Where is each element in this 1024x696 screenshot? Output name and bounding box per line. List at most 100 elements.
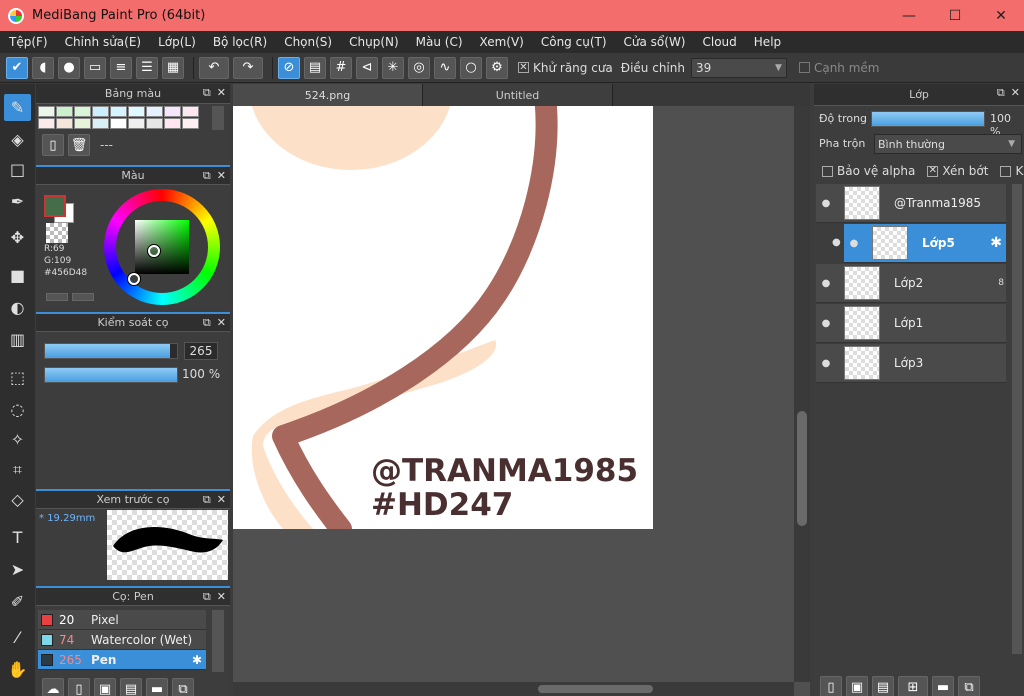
layer-row[interactable]: ● Lớp1 (816, 304, 1006, 343)
visibility-eye-icon[interactable]: ● (816, 358, 836, 369)
brush-item[interactable]: 74 Watercolor (Wet) (38, 630, 206, 650)
new-brush-icon[interactable]: ▯ (68, 678, 90, 696)
lock-checkbox[interactable]: Khóa (1000, 164, 1024, 178)
saturation-value-square[interactable] (135, 220, 189, 274)
menu-layer[interactable]: Lớp(L) (149, 35, 204, 49)
circle-snap-icon[interactable]: ○ (460, 56, 482, 79)
color-swatch[interactable] (146, 118, 163, 129)
new-1bit-layer-icon[interactable]: ▤ (872, 676, 894, 696)
float-icon[interactable]: ⧉ (203, 493, 211, 507)
layer-folder-icon[interactable]: ▬ (932, 676, 954, 696)
cloud-check-icon[interactable]: ✔ (6, 56, 28, 79)
close-button[interactable]: ✕ (978, 0, 1024, 31)
curve-snap-icon[interactable]: ∿ (434, 56, 456, 79)
color-swatch[interactable] (38, 118, 55, 129)
brush-list-scrollbar[interactable] (212, 610, 224, 672)
tab-untitled[interactable]: Untitled (423, 84, 613, 106)
layer-row[interactable]: ● @Tranma1985 (816, 184, 1006, 223)
visibility-eye-icon[interactable]: ● (844, 238, 864, 249)
add-layer-menu-icon[interactable]: ⊞ (898, 676, 928, 696)
tab-524-png[interactable]: 524.png (233, 84, 423, 106)
menu-view[interactable]: Xem(V) (471, 35, 532, 49)
undo-icon[interactable]: ↶ (199, 56, 229, 79)
duplicate-layer-icon[interactable]: ⧉ (958, 676, 980, 696)
fill-shape-icon[interactable]: ■ (4, 262, 31, 289)
vanish-point-icon[interactable]: ⊲ (356, 56, 378, 79)
select-eraser-icon[interactable]: ◇ (4, 486, 31, 513)
color-swatch[interactable] (146, 106, 163, 117)
gear-icon[interactable]: ✱ (192, 653, 202, 667)
color-swatch[interactable] (110, 118, 127, 129)
parallel-snap-icon[interactable]: ▤ (304, 56, 326, 79)
color-mode-button-2[interactable] (72, 293, 94, 301)
brush-tool-icon[interactable]: ✎ (4, 94, 31, 121)
close-icon[interactable]: ✕ (217, 590, 226, 604)
select-rect-icon[interactable]: ⬚ (4, 364, 31, 391)
gear-icon[interactable]: ⚙ (486, 56, 508, 79)
protect-alpha-checkbox[interactable]: Bảo vệ alpha (822, 164, 915, 178)
comment-icon[interactable]: ▭ (84, 56, 106, 79)
close-icon[interactable]: ✕ (1011, 86, 1020, 100)
menu-filter[interactable]: Bộ lọc(R) (204, 35, 275, 49)
radial-snap-icon[interactable]: ✳ (382, 56, 404, 79)
hand-tool-icon[interactable]: ✋ (4, 656, 31, 683)
menu-edit[interactable]: Chỉnh sửa(E) (56, 35, 150, 49)
checklist-icon[interactable]: ▦ (162, 56, 184, 79)
new-8bit-layer-icon[interactable]: ▣ (846, 676, 868, 696)
color-swatch[interactable] (92, 106, 109, 117)
brush-size-value[interactable]: 265 (184, 342, 218, 360)
layer-row[interactable]: ● Lớp3 (816, 344, 1006, 383)
grid-snap-icon[interactable]: # (330, 56, 352, 79)
redo-icon[interactable]: ↷ (233, 56, 263, 79)
minimize-button[interactable]: — (886, 0, 932, 31)
color-mode-button[interactable] (46, 293, 68, 301)
concentric-snap-icon[interactable]: ◎ (408, 56, 430, 79)
document-icon[interactable]: ≡ (110, 56, 132, 79)
eyedropper-icon[interactable]: ⁄ (4, 624, 31, 651)
visibility-eye-icon[interactable]: ● (816, 318, 836, 329)
foreground-color-swatch[interactable] (44, 195, 66, 217)
color-swatch[interactable] (56, 106, 73, 117)
select-pen-icon[interactable]: ⌗ (4, 456, 31, 483)
brush-size-slider[interactable] (44, 343, 178, 359)
folder-icon[interactable]: ▬ (146, 678, 168, 696)
brush-item[interactable]: 20 Pixel (38, 610, 206, 630)
horizontal-scrollbar[interactable] (233, 682, 794, 696)
palette-scrollbar[interactable] (212, 106, 224, 130)
menu-window[interactable]: Cửa sổ(W) (615, 35, 694, 49)
move-tool-icon[interactable]: ✥ (4, 224, 31, 251)
lasso-icon[interactable]: ◌ (4, 396, 31, 423)
visibility-eye-icon[interactable]: ● (816, 198, 836, 209)
new-palette-icon[interactable]: ▯ (42, 134, 64, 156)
float-icon[interactable]: ⧉ (997, 86, 1005, 100)
close-icon[interactable]: ✕ (217, 86, 226, 100)
dot-brush-icon[interactable]: ✒ (4, 188, 31, 215)
brush-settings-icon[interactable]: ▤ (120, 678, 142, 696)
layer-row[interactable]: ● Lớp2 8 (816, 264, 1006, 303)
color-swatch[interactable] (164, 106, 181, 117)
clipping-checkbox[interactable]: ✕ Xén bớt (927, 164, 988, 178)
adjust-select[interactable]: 39 ▼ (690, 57, 787, 78)
color-swatch[interactable] (74, 118, 91, 129)
menu-select[interactable]: Chọn(S) (275, 35, 340, 49)
color-swatch[interactable] (110, 106, 127, 117)
vertical-scrollbar[interactable] (794, 106, 810, 682)
list-icon[interactable]: ☰ (136, 56, 158, 79)
blend-mode-select[interactable]: Bình thường ▼ (874, 134, 1022, 154)
color-swatch[interactable] (128, 106, 145, 117)
close-icon[interactable]: ✕ (217, 169, 226, 183)
gear-icon[interactable]: ✱ (990, 235, 1002, 251)
color-swatch[interactable] (182, 106, 199, 117)
drawing-canvas[interactable]: @TRANMA1985 #HD247 (233, 106, 653, 529)
float-icon[interactable]: ⧉ (203, 316, 211, 330)
soft-edge-checkbox[interactable]: Cạnh mềm (798, 61, 880, 75)
close-icon[interactable]: ✕ (217, 493, 226, 507)
text-tool-icon[interactable]: T (4, 524, 31, 551)
new-layer-icon[interactable]: ▯ (820, 676, 842, 696)
operation-tool-icon[interactable]: ➤ (4, 556, 31, 583)
chat-bubble-icon[interactable]: ● (58, 56, 80, 79)
layer-opacity-slider[interactable] (871, 111, 985, 127)
menu-snap[interactable]: Chụp(N) (340, 35, 407, 49)
copy-icon[interactable]: ⧉ (172, 678, 194, 696)
snap-off-icon[interactable]: ⊘ (278, 56, 300, 79)
